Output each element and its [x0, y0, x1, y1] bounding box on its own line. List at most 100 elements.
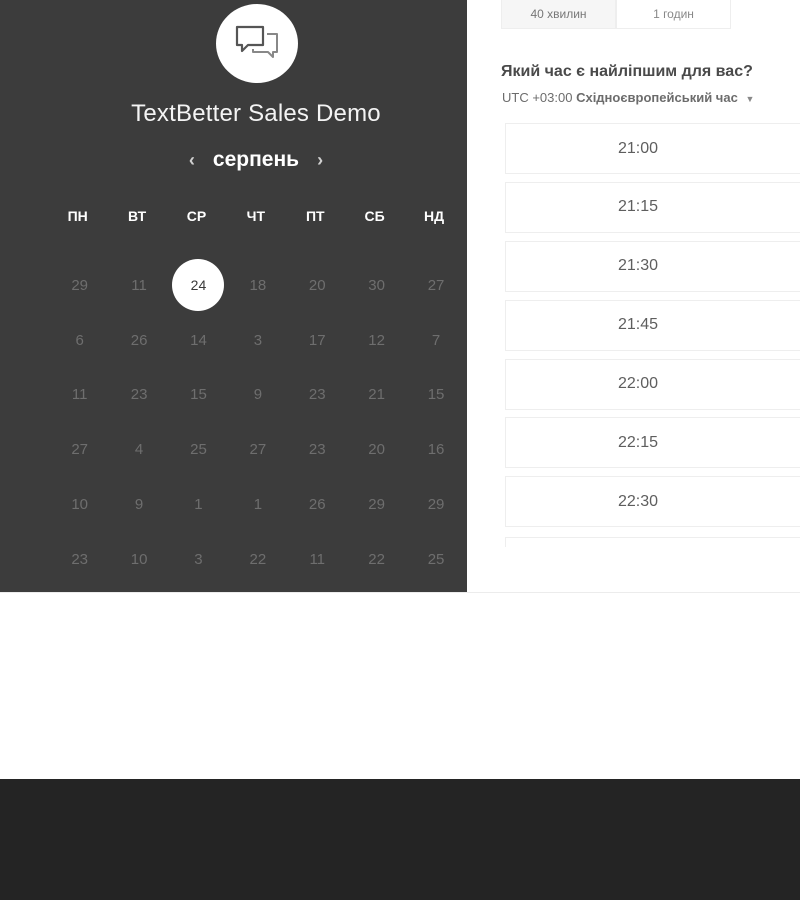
time-slot-button[interactable]: 21:15 [505, 181, 800, 233]
calendar-day-number: 27 [427, 276, 445, 294]
calendar-day-number: 24 [172, 259, 225, 312]
avatar [216, 4, 298, 83]
calendar-day-number: 7 [431, 331, 441, 349]
calendar-day-number: 14 [190, 331, 207, 349]
calendar-day[interactable]: 27 [228, 422, 287, 477]
month-label: серпень [212, 148, 300, 171]
calendar-day-number: 30 [368, 276, 385, 294]
month-navigation: ‹ серпень › [0, 146, 512, 174]
time-slot-button[interactable]: 21:00 [505, 123, 800, 174]
calendar-day[interactable]: 23 [109, 368, 168, 423]
calendar-day-number: 1 [194, 496, 203, 514]
time-question: Який час є найліпшим для вас? [501, 63, 753, 80]
calendar-day[interactable]: 1 [169, 477, 228, 532]
calendar-day[interactable]: 27 [50, 422, 109, 477]
calendar-day-number: 15 [190, 386, 207, 404]
calendar-day-selected[interactable]: 24 [169, 258, 228, 313]
calendar-day-number: 23 [308, 441, 326, 459]
calendar-day[interactable]: 25 [169, 422, 228, 477]
calendar-day[interactable]: 17 [288, 313, 347, 368]
time-slot-button[interactable]: 21:45 [505, 299, 800, 351]
calendar-day[interactable]: 21 [347, 368, 406, 423]
calendar-day-number: 10 [71, 496, 89, 514]
duration-tab[interactable]: 40 хвилин [501, 0, 616, 29]
calendar-day-number: 4 [134, 441, 144, 459]
calendar-day[interactable]: 23 [50, 532, 109, 587]
calendar-day-number: 21 [368, 386, 385, 404]
calendar-day-number: 11 [131, 276, 147, 294]
time-slot-button[interactable]: 22:15 [505, 417, 800, 469]
calendar-day-number: 9 [253, 386, 263, 404]
calendar-day[interactable]: 23 [288, 368, 347, 423]
calendar-day[interactable]: 3 [169, 532, 228, 587]
calendar-day[interactable]: 9 [228, 368, 287, 423]
calendar-day[interactable]: 10 [50, 477, 109, 532]
calendar-day-number: 26 [130, 331, 148, 349]
weekday-label: ПТ [305, 208, 325, 224]
calendar-day[interactable]: 29 [347, 477, 406, 532]
calendar-day[interactable]: 6 [50, 313, 109, 368]
calendar-day[interactable]: 29 [50, 258, 109, 313]
calendar-day-number: 20 [368, 441, 385, 459]
calendar-day[interactable]: 10 [109, 532, 168, 587]
calendar-day[interactable]: 7 [406, 313, 465, 368]
company-name: TextBetter Sales Demo [131, 100, 381, 127]
calendar-panel: TextBetter Sales Demo ‹ серпень › ПН ВТ СР… [0, 0, 467, 592]
duration-tabs: 40 хвилин 1 годин [501, 0, 731, 29]
time-slot-partial [505, 537, 800, 547]
weekday-label: НД [423, 208, 445, 224]
calendar-day-number: 29 [368, 496, 385, 514]
calendar-days-grid: 29 11 24 18 20 30 27 6 26 14 3 17 12 7 11 23 15 9 23 21 15 27… [50, 258, 466, 587]
calendar-day[interactable]: 15 [169, 368, 228, 423]
chevron-right-icon[interactable]: › [317, 146, 323, 174]
weekday-header: ПН ВТ СР ЧТ ПТ СБ НД [48, 207, 466, 225]
calendar-day[interactable]: 22 [347, 532, 406, 587]
calendar-day-number: 20 [308, 276, 326, 294]
calendar-day[interactable]: 4 [109, 422, 168, 477]
calendar-day-number: 6 [75, 331, 84, 349]
timezone-name: Східноєвропейський час [576, 90, 738, 105]
calendar-day[interactable]: 30 [347, 258, 406, 313]
calendar-day[interactable]: 27 [406, 258, 465, 313]
calendar-day[interactable]: 20 [288, 258, 347, 313]
timezone-offset: UTC +03:00 [502, 90, 573, 105]
calendar-day[interactable]: 16 [406, 422, 465, 477]
calendar-day[interactable]: 26 [109, 313, 168, 368]
calendar-day-number: 17 [308, 331, 326, 349]
weekday-label: СБ [364, 208, 385, 224]
calendar-day[interactable]: 22 [228, 532, 287, 587]
calendar-day-number: 22 [249, 550, 267, 568]
calendar-day[interactable]: 14 [169, 313, 228, 368]
calendar-day[interactable]: 20 [347, 422, 406, 477]
calendar-day[interactable]: 23 [288, 422, 347, 477]
duration-tab[interactable]: 1 годин [616, 0, 731, 29]
calendar-day[interactable]: 11 [109, 258, 168, 313]
time-slot-list: 21:00 21:15 21:30 21:45 22:00 22:15 22:30 [505, 123, 800, 535]
calendar-day-number: 26 [308, 496, 326, 514]
calendar-day-number: 29 [427, 496, 445, 514]
calendar-day[interactable]: 26 [288, 477, 347, 532]
calendar-day[interactable]: 12 [347, 313, 406, 368]
calendar-day[interactable]: 11 [50, 368, 109, 423]
chevron-left-icon[interactable]: ‹ [189, 146, 195, 174]
time-slot-button[interactable]: 21:30 [505, 240, 800, 292]
calendar-day-number: 22 [368, 550, 385, 568]
calendar-day[interactable]: 9 [109, 477, 168, 532]
timezone-selector[interactable]: UTC +03:00 Східноєвропейський час ▼ [502, 90, 754, 105]
calendar-day[interactable]: 3 [228, 313, 287, 368]
calendar-day[interactable]: 1 [228, 477, 287, 532]
calendar-day-number: 25 [427, 550, 445, 568]
weekday-label: ВТ [128, 208, 147, 224]
time-slot-button[interactable]: 22:00 [505, 358, 800, 410]
calendar-day[interactable]: 18 [228, 258, 287, 313]
calendar-day[interactable]: 25 [406, 532, 465, 587]
calendar-day[interactable]: 15 [406, 368, 465, 423]
time-slot-button[interactable]: 22:30 [505, 476, 800, 528]
calendar-day[interactable]: 29 [406, 477, 465, 532]
calendar-day-number: 12 [368, 331, 385, 349]
calendar-day-number: 11 [309, 550, 326, 568]
calendar-day-number: 23 [71, 550, 89, 568]
divider [0, 592, 800, 593]
calendar-day-number: 9 [134, 496, 144, 514]
calendar-day[interactable]: 11 [288, 532, 347, 587]
